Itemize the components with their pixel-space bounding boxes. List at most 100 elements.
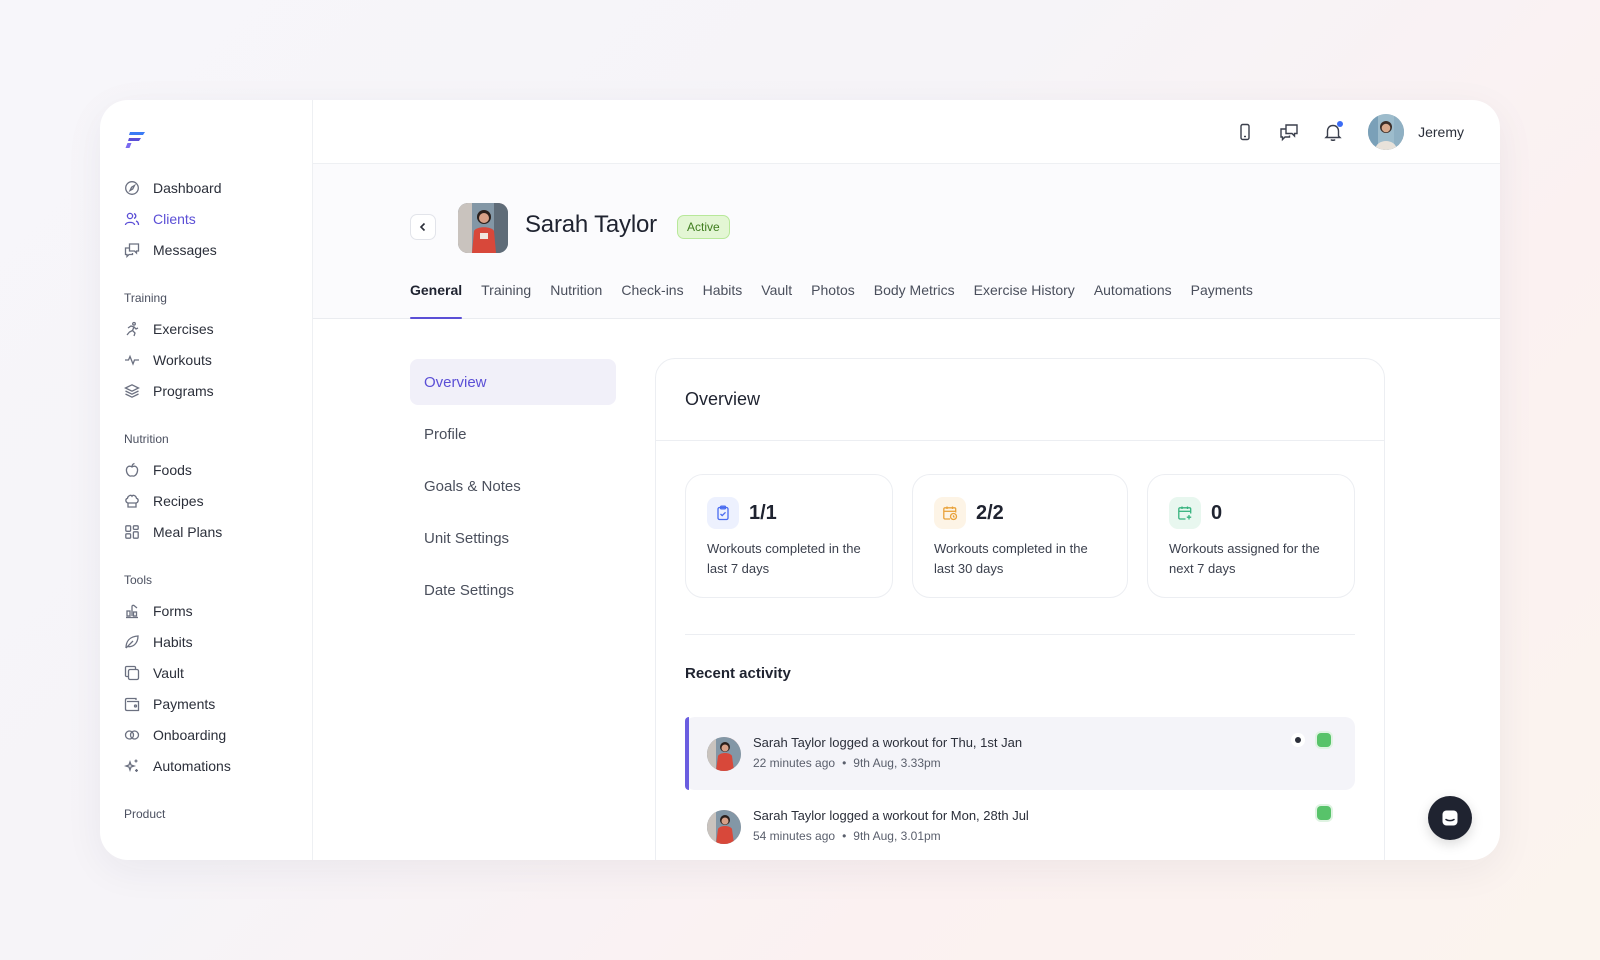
sidebar-item-recipes[interactable]: Recipes: [124, 485, 312, 516]
tab-payments[interactable]: Payments: [1191, 268, 1253, 318]
sub-nav-date-settings[interactable]: Date Settings: [410, 567, 616, 613]
stat-value: 1/1: [749, 501, 777, 524]
tab-training[interactable]: Training: [481, 268, 531, 318]
sidebar-item-label: Messages: [153, 241, 217, 258]
unread-indicator: [1295, 737, 1301, 743]
dashboard-icon: [124, 180, 140, 196]
user-avatar[interactable]: [1368, 113, 1405, 150]
recent-activity-title: Recent activity: [685, 665, 791, 682]
sparkle-icon: [124, 758, 140, 774]
layers-icon: [124, 383, 140, 399]
sidebar-item-payments[interactable]: Payments: [124, 688, 312, 719]
stats-row: 1/1 Workouts completed in the last 7 day…: [685, 474, 1355, 598]
back-button[interactable]: [410, 214, 436, 240]
sub-nav-unit-settings[interactable]: Unit Settings: [410, 515, 616, 561]
activity-meta: 22 minutes ago • 9th Aug, 3.33pm: [753, 756, 1022, 770]
calendar-clock-icon: [934, 497, 966, 529]
sub-nav-profile[interactable]: Profile: [410, 411, 616, 457]
tab-habits[interactable]: Habits: [703, 268, 743, 318]
sidebar-main-nav: Dashboard Clients Messages: [124, 172, 312, 265]
stat-description: Workouts assigned for the next 7 days: [1169, 541, 1320, 576]
content-body: Overview Profile Goals & Notes Unit Sett…: [313, 319, 1500, 860]
sub-nav-overview[interactable]: Overview: [410, 359, 616, 405]
tab-vault[interactable]: Vault: [761, 268, 792, 318]
sidebar-item-label: Exercises: [153, 320, 214, 337]
app-logo[interactable]: [124, 128, 148, 150]
link-icon: [124, 727, 140, 743]
sidebar: Dashboard Clients Messages Training Exer…: [100, 100, 313, 860]
client-avatar: [707, 809, 741, 844]
tab-exercise-history[interactable]: Exercise History: [974, 268, 1075, 318]
sidebar-section-nutrition: Nutrition: [124, 432, 169, 446]
sidebar-item-label: Clients: [153, 210, 196, 227]
activity-ago: 54 minutes ago: [753, 829, 836, 843]
tab-general[interactable]: General: [410, 268, 463, 319]
sidebar-item-label: Recipes: [153, 492, 204, 509]
activity-text: Sarah Taylor logged a workout for Thu, 1…: [753, 735, 1023, 750]
notification-dot: [1337, 120, 1344, 127]
stat-card-last-7-days: 1/1 Workouts completed in the last 7 day…: [685, 474, 893, 598]
pulse-icon: [124, 352, 140, 368]
status-badge: Active: [677, 215, 730, 239]
users-icon: [124, 211, 140, 227]
sidebar-item-forms[interactable]: Forms: [124, 595, 312, 626]
apple-icon: [124, 462, 140, 478]
activity-meta: 54 minutes ago • 9th Aug, 3.01pm: [753, 829, 1029, 843]
sidebar-section-tools: Tools: [124, 573, 153, 587]
phone-icon[interactable]: [1234, 121, 1256, 143]
chat-support-button[interactable]: [1428, 796, 1472, 840]
tab-body-metrics[interactable]: Body Metrics: [874, 268, 955, 318]
chat-bubble-icon: [1442, 810, 1458, 826]
leaf-icon: [124, 634, 140, 650]
form-icon: [124, 603, 140, 619]
chef-hat-icon: [124, 493, 140, 509]
tab-automations[interactable]: Automations: [1094, 268, 1172, 318]
chat-icon[interactable]: [1278, 121, 1300, 143]
stat-description: Workouts completed in the last 7 days: [707, 541, 861, 576]
sidebar-item-clients[interactable]: Clients: [124, 203, 312, 234]
meta-separator: •: [842, 829, 847, 843]
activity-time: 9th Aug, 3.01pm: [853, 829, 941, 843]
sidebar-item-exercises[interactable]: Exercises: [124, 313, 312, 344]
activity-time: 9th Aug, 3.33pm: [853, 756, 941, 770]
sidebar-item-dashboard[interactable]: Dashboard: [124, 172, 312, 203]
sidebar-item-foods[interactable]: Foods: [124, 454, 312, 485]
sub-nav-goals-notes[interactable]: Goals & Notes: [410, 463, 616, 509]
activity-item[interactable]: Sarah Taylor logged a workout for Thu, 1…: [685, 717, 1355, 790]
sidebar-item-label: Dashboard: [153, 179, 222, 196]
sidebar-section-product: Product: [124, 807, 166, 821]
running-icon: [124, 321, 140, 337]
user-name[interactable]: Jeremy: [1418, 124, 1464, 140]
bell-icon[interactable]: [1322, 120, 1344, 143]
sidebar-item-habits[interactable]: Habits: [124, 626, 312, 657]
client-avatar: [707, 736, 741, 771]
activity-item[interactable]: Sarah Taylor logged a workout for Mon, 2…: [685, 790, 1355, 860]
chevron-left-icon: [419, 222, 426, 232]
sidebar-item-meal-plans[interactable]: Meal Plans: [124, 516, 312, 547]
sidebar-section-training: Training: [124, 291, 167, 305]
wallet-icon: [124, 696, 140, 712]
grid-icon: [124, 524, 140, 540]
sidebar-item-label: Habits: [153, 633, 193, 650]
client-photo: [458, 203, 508, 253]
general-sub-nav: Overview Profile Goals & Notes Unit Sett…: [410, 359, 616, 619]
clipboard-icon: [707, 497, 739, 529]
activity-ago: 22 minutes ago: [753, 756, 836, 770]
meta-separator: •: [842, 756, 847, 770]
sidebar-item-label: Workouts: [153, 351, 212, 368]
sidebar-item-onboarding[interactable]: Onboarding: [124, 719, 312, 750]
sidebar-item-label: Programs: [153, 382, 214, 399]
topbar: Jeremy: [313, 100, 1500, 164]
sidebar-item-programs[interactable]: Programs: [124, 375, 312, 406]
tab-check-ins[interactable]: Check-ins: [621, 268, 683, 318]
client-tabs: General Training Nutrition Check-ins Hab…: [410, 268, 1272, 319]
activity-list: Sarah Taylor logged a workout for Thu, 1…: [685, 717, 1355, 860]
sidebar-item-workouts[interactable]: Workouts: [124, 344, 312, 375]
sidebar-item-messages[interactable]: Messages: [124, 234, 312, 265]
sidebar-item-automations[interactable]: Automations: [124, 750, 312, 781]
copy-icon: [124, 665, 140, 681]
tab-nutrition[interactable]: Nutrition: [550, 268, 602, 318]
tab-photos[interactable]: Photos: [811, 268, 855, 318]
main-area: Jeremy Sarah Taylor Active General Train…: [313, 100, 1500, 860]
sidebar-item-vault[interactable]: Vault: [124, 657, 312, 688]
